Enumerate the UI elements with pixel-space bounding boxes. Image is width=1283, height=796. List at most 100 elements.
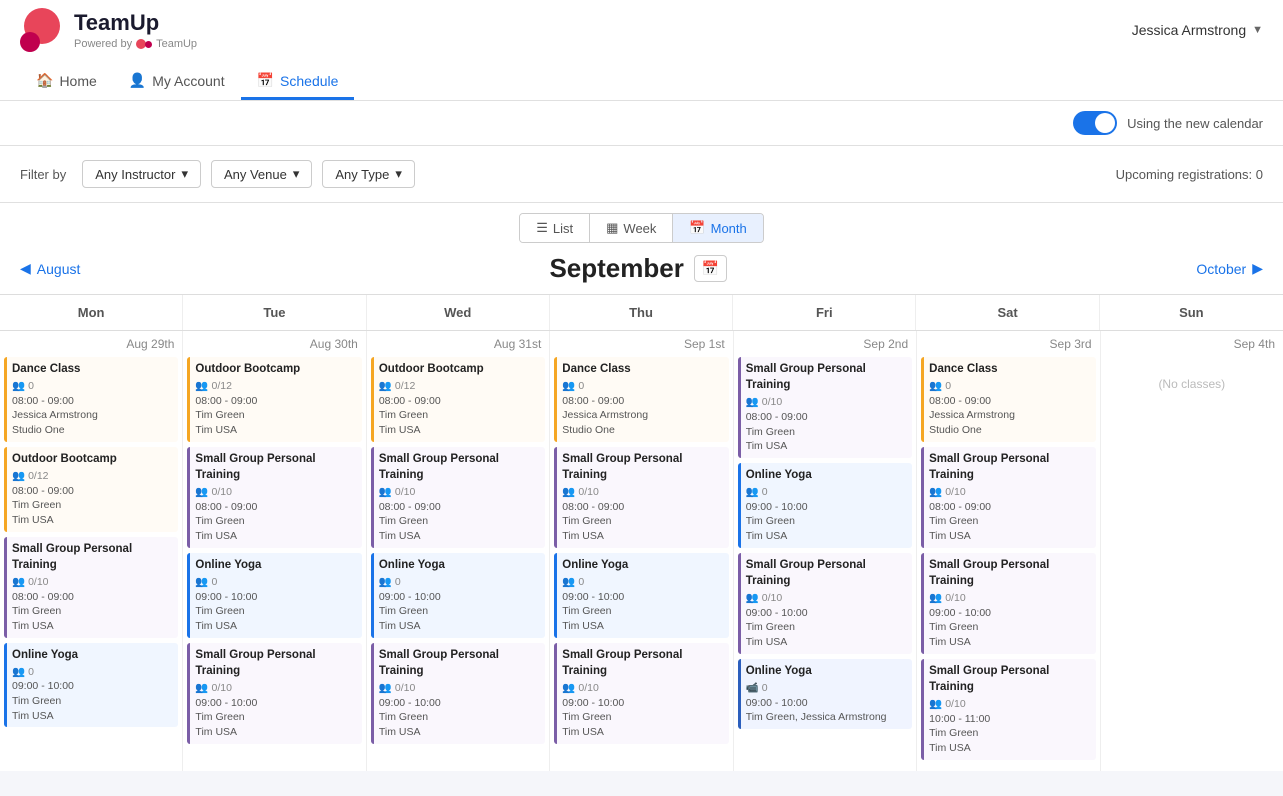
event[interactable]: Small Group Personal Training👥 0/1008:00… [187,447,361,548]
event[interactable]: Small Group Personal Training👥 0/1008:00… [4,537,178,638]
event-instructor: Tim Green [746,620,907,635]
list-view-btn[interactable]: ☰ List [520,214,590,242]
people-icon: 👥 [12,665,25,680]
event-meta: 👥 0/10 [562,681,723,696]
event[interactable]: Online Yoga👥 009:00 - 10:00Tim GreenTim … [4,643,178,728]
event-capacity: 👥 0 [12,665,34,680]
event-meta: 👥 0/10 [195,485,356,500]
event[interactable]: Small Group Personal Training👥 0/1009:00… [371,643,545,744]
people-icon: 👥 [562,379,575,394]
event-time: 09:00 - 10:00 [12,679,173,694]
event-instructor: Tim Green [929,726,1090,741]
event-title: Outdoor Bootcamp [379,361,540,377]
event[interactable]: Outdoor Bootcamp👥 0/1208:00 - 09:00Tim G… [187,357,361,442]
event-venue: Tim USA [379,619,540,634]
event-time: 09:00 - 10:00 [562,696,723,711]
event-time: 08:00 - 09:00 [379,394,540,409]
event-capacity: 👥 0/10 [929,591,966,606]
event[interactable]: Dance Class👥 008:00 - 09:00Jessica Armst… [4,357,178,442]
event-meta: 👥 0 [12,665,173,680]
event-instructor: Tim Green [562,604,723,619]
event-venue: Tim USA [195,529,356,544]
event-capacity: 👥 0/10 [379,485,416,500]
week-view-btn[interactable]: ▦ Week [590,214,673,242]
event[interactable]: Online Yoga👥 009:00 - 10:00Tim GreenTim … [554,553,728,638]
event-time: 09:00 - 10:00 [746,606,907,621]
event-venue: Tim USA [746,529,907,544]
event-meta: 👥 0 [562,379,723,394]
event-time: 08:00 - 09:00 [929,500,1090,515]
day-date: Sep 2nd [738,337,912,351]
event-venue: Tim USA [562,529,723,544]
instructor-filter[interactable]: Any Instructor ▾ [82,160,201,188]
event-meta: 👥 0/12 [195,379,356,394]
day-col-0: Aug 29thDance Class👥 008:00 - 09:00Jessi… [0,331,182,771]
user-menu-chevron: ▼ [1252,24,1263,36]
event-title: Small Group Personal Training [562,451,723,483]
event-capacity: 👥 0 [195,575,217,590]
day-date: Sep 4th [1105,337,1279,351]
event[interactable]: Small Group Personal Training👥 0/1008:00… [371,447,545,548]
event[interactable]: Small Group Personal Training👥 0/1008:00… [738,357,912,458]
event-title: Small Group Personal Training [562,647,723,679]
event-meta: 👥 0 [195,575,356,590]
event[interactable]: Small Group Personal Training👥 0/1008:00… [554,447,728,548]
month-view-btn[interactable]: 📅 Month [673,214,762,242]
event[interactable]: Outdoor Bootcamp👥 0/1208:00 - 09:00Tim G… [371,357,545,442]
event-instructor: Tim Green [379,514,540,529]
event-venue: Tim USA [562,619,723,634]
event-time: 09:00 - 10:00 [379,696,540,711]
nav-home[interactable]: 🏠 Home [20,64,113,100]
venue-filter[interactable]: Any Venue ▾ [211,160,312,188]
day-header-tue: Tue [183,295,366,330]
event-capacity: 👥 0/10 [195,681,232,696]
people-icon: 👥 [562,485,575,500]
event-time: 09:00 - 10:00 [195,696,356,711]
event[interactable]: Outdoor Bootcamp👥 0/1208:00 - 09:00Tim G… [4,447,178,532]
event[interactable]: Small Group Personal Training👥 0/1009:00… [921,553,1095,654]
event-title: Small Group Personal Training [12,541,173,573]
next-month-btn[interactable]: October ▶ [1196,260,1263,277]
event[interactable]: Small Group Personal Training👥 0/1008:00… [921,447,1095,548]
event[interactable]: Online Yoga👥 009:00 - 10:00Tim GreenTim … [371,553,545,638]
event[interactable]: Small Group Personal Training👥 0/1010:00… [921,659,1095,760]
home-icon: 🏠 [36,72,53,89]
new-calendar-toggle[interactable] [1073,111,1117,135]
day-header-sat: Sat [916,295,1099,330]
day-col-2: Aug 31stOutdoor Bootcamp👥 0/1208:00 - 09… [367,331,549,771]
event-title: Small Group Personal Training [929,451,1090,483]
event-instructor: Tim Green [379,408,540,423]
event-time: 08:00 - 09:00 [929,394,1090,409]
nav-my-account[interactable]: 👤 My Account [113,64,241,100]
event[interactable]: Online Yoga👥 009:00 - 10:00Tim GreenTim … [187,553,361,638]
event[interactable]: Small Group Personal Training👥 0/1009:00… [738,553,912,654]
event-title: Online Yoga [562,557,723,573]
event[interactable]: Dance Class👥 008:00 - 09:00Jessica Armst… [554,357,728,442]
day-col-3: Sep 1stDance Class👥 008:00 - 09:00Jessic… [550,331,732,771]
event[interactable]: Online Yoga📹 009:00 - 10:00Tim Green, Je… [738,659,912,729]
event-venue: Studio One [12,423,173,438]
event-time: 08:00 - 09:00 [12,484,173,499]
toggle-knob [1095,113,1115,133]
nav-schedule[interactable]: 📅 Schedule [241,64,355,100]
event-time: 08:00 - 09:00 [12,394,173,409]
event-meta: 👥 0 [12,379,173,394]
prev-month-btn[interactable]: ◀ August [20,260,80,277]
event-venue: Tim USA [195,725,356,740]
event[interactable]: Small Group Personal Training👥 0/1009:00… [187,643,361,744]
calendar-picker-btn[interactable]: 📅 [694,255,727,282]
main-nav: 🏠 Home 👤 My Account 📅 Schedule [20,64,1263,100]
event-instructor: Tim Green [379,604,540,619]
event[interactable]: Dance Class👥 008:00 - 09:00Jessica Armst… [921,357,1095,442]
event-title: Online Yoga [379,557,540,573]
event-meta: 👥 0/10 [746,395,907,410]
people-icon: 👥 [195,575,208,590]
event-title: Online Yoga [12,647,173,663]
event[interactable]: Small Group Personal Training 👥 0/1009:00… [554,643,728,744]
instructor-filter-chevron: ▾ [181,166,188,182]
event-capacity: 👥 0 [379,575,401,590]
type-filter[interactable]: Any Type ▾ [322,160,415,188]
people-icon: 👥 [195,379,208,394]
event[interactable]: Online Yoga👥 009:00 - 10:00Tim GreenTim … [738,463,912,548]
user-menu[interactable]: Jessica Armstrong ▼ [1132,22,1263,38]
